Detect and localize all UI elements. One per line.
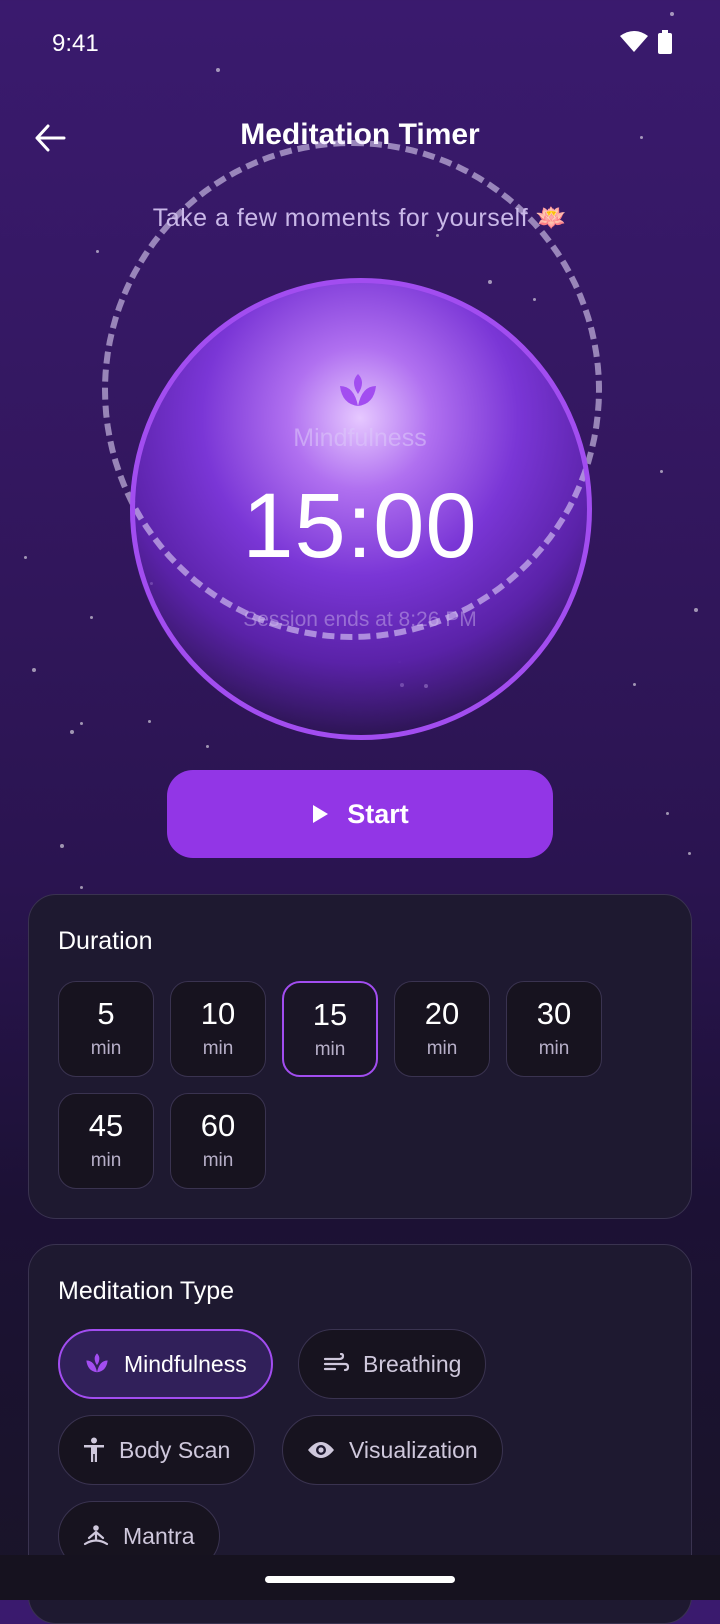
wifi-icon — [620, 31, 648, 58]
duration-unit: min — [90, 1150, 122, 1171]
duration-option-45[interactable]: 45 min — [58, 1093, 154, 1189]
type-chip-visualization[interactable]: Visualization — [282, 1415, 503, 1485]
battery-icon — [658, 30, 672, 59]
chip-label: Breathing — [363, 1350, 462, 1377]
duration-value: 45 — [88, 1108, 124, 1143]
start-button-label: Start — [347, 798, 409, 829]
duration-unit: min — [538, 1038, 570, 1059]
duration-title: Duration — [58, 927, 153, 955]
session-end-text: Session ends at 8:26 PM — [243, 608, 477, 631]
duration-option-5[interactable]: 5 min — [58, 981, 154, 1077]
duration-value: 30 — [536, 996, 572, 1031]
duration-value: 15 — [312, 997, 348, 1032]
wind-icon — [323, 1353, 349, 1372]
status-time: 9:41 — [52, 30, 99, 57]
play-icon — [313, 805, 329, 823]
status-icons — [620, 30, 672, 59]
duration-option-30[interactable]: 30 min — [506, 981, 602, 1077]
duration-value: 60 — [200, 1108, 236, 1143]
duration-option-60[interactable]: 60 min — [170, 1093, 266, 1189]
duration-option-15[interactable]: 15 min — [282, 981, 378, 1077]
duration-value: 5 — [97, 996, 115, 1031]
duration-unit: min — [426, 1038, 458, 1059]
subtitle: Take a few moments for yourself 🪷 — [152, 204, 568, 232]
type-chip-breathing[interactable]: Breathing — [298, 1329, 487, 1399]
lotus-icon — [86, 1353, 108, 1373]
home-indicator[interactable] — [265, 1576, 455, 1583]
duration-option-20[interactable]: 20 min — [394, 981, 490, 1077]
chip-label: Mindfulness — [124, 1350, 247, 1377]
start-button[interactable]: Start — [167, 770, 553, 858]
duration-unit: min — [202, 1150, 234, 1171]
meditation-type-title: Meditation Type — [58, 1277, 235, 1305]
lotus-icon — [340, 374, 376, 406]
type-chip-mindfulness[interactable]: Mindfulness — [58, 1329, 273, 1399]
chip-label: Mantra — [123, 1522, 195, 1549]
duration-card: Duration 5 min 10 min 15 min 20 min 30 m… — [28, 894, 692, 1219]
meditation-pose-icon — [83, 1525, 109, 1546]
timer-digits: 15:00 — [242, 475, 478, 577]
eye-icon — [308, 1442, 334, 1458]
duration-unit: min — [202, 1038, 234, 1059]
duration-value: 20 — [424, 996, 460, 1031]
type-chip-body-scan[interactable]: Body Scan — [58, 1415, 256, 1485]
person-icon — [84, 1437, 104, 1462]
duration-unit: min — [314, 1039, 346, 1060]
timer-type-label: Mindfulness — [293, 424, 427, 452]
status-bar: 9:41 — [0, 0, 720, 90]
duration-option-10[interactable]: 10 min — [170, 981, 266, 1077]
chip-label: Body Scan — [119, 1436, 231, 1463]
chip-label: Visualization — [349, 1436, 478, 1463]
duration-value: 10 — [200, 996, 236, 1031]
duration-unit: min — [90, 1038, 122, 1059]
